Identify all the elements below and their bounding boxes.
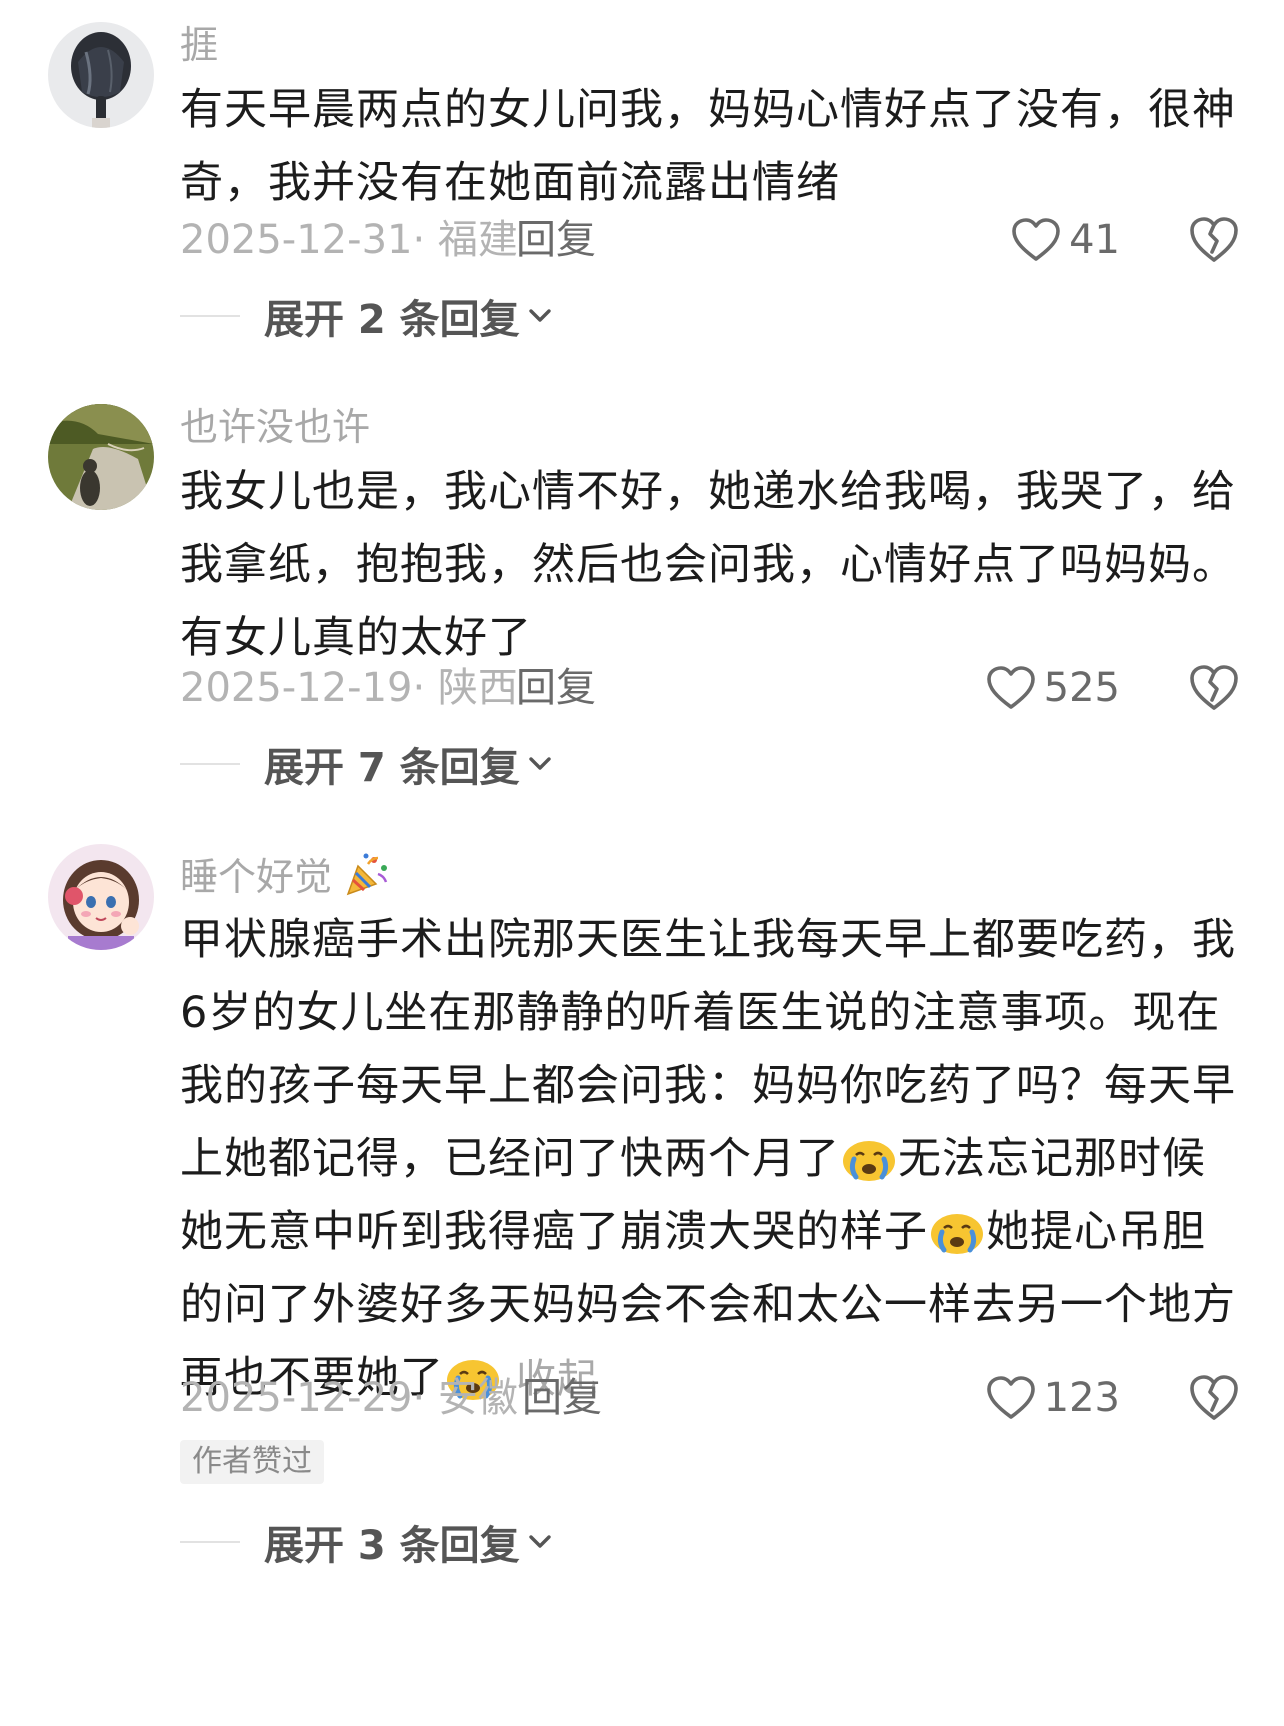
comment-meta: 2025-12-29· 安徽 回复 123 [180, 1368, 1240, 1428]
reply-button[interactable]: 回复 [522, 1368, 602, 1428]
like-button[interactable]: 123 [986, 1372, 1120, 1424]
avatar[interactable] [48, 844, 154, 950]
broken-heart-icon [1190, 665, 1238, 710]
reply-button[interactable]: 回复 [516, 658, 596, 718]
hair-back-avatar-icon [48, 22, 154, 128]
expand-replies[interactable]: 展开 2 条回复 [180, 288, 552, 344]
heart-outline-icon [1012, 218, 1060, 261]
dislike-button[interactable] [1188, 662, 1240, 714]
avatar[interactable] [48, 404, 154, 510]
dislike-button[interactable] [1188, 1372, 1240, 1424]
comment-text: 甲状腺癌手术出院那天医生让我每天早上都要吃药，我6岁的女儿坐在那静静的听着医生说… [180, 904, 1240, 1416]
divider [180, 1541, 240, 1543]
author-liked-badge: 作者赞过 [180, 1440, 324, 1484]
expand-replies-label: 展开 2 条回复 [264, 297, 520, 343]
divider [180, 763, 240, 765]
reply-button[interactable]: 回复 [516, 210, 596, 270]
comment-text: 我女儿也是，我心情不好，她递水给我喝，我哭了，给我拿纸，抱抱我，然后也会问我，心… [180, 467, 1236, 663]
date-location: 2025-12-19· 陕西 [180, 665, 518, 711]
broken-heart-icon [1190, 217, 1238, 262]
dislike-button[interactable] [1188, 214, 1240, 266]
username-text: 睡个好觉 [180, 855, 333, 899]
expand-replies[interactable]: 展开 3 条回复 [180, 1514, 552, 1570]
username[interactable]: 也许没也许 [180, 404, 370, 450]
cartoon-girl-avatar-icon [48, 844, 154, 950]
username[interactable]: 睡个好觉 [180, 852, 390, 900]
broken-heart-icon [1190, 1375, 1238, 1420]
comment-text: 有天早晨两点的女儿问我，妈妈心情好点了没有，很神奇，我并没有在她面前流露出情绪 [180, 85, 1236, 208]
expand-replies[interactable]: 展开 7 条回复 [180, 736, 552, 792]
like-button[interactable]: 41 [1011, 214, 1120, 266]
like-count: 123 [1043, 1375, 1120, 1421]
divider [180, 315, 240, 317]
expand-replies-label: 展开 3 条回复 [264, 1523, 520, 1569]
username[interactable]: 捱 [180, 22, 218, 68]
crying-face-emoji [931, 1214, 983, 1254]
crying-face-emoji [843, 1141, 895, 1181]
date-location: 2025-12-31· 福建 [180, 217, 518, 263]
heart-outline-icon [986, 1376, 1035, 1419]
like-button[interactable]: 525 [986, 662, 1120, 714]
party-popper-icon [346, 853, 388, 896]
expand-replies-label: 展开 7 条回复 [264, 745, 520, 791]
chevron-down-icon [528, 757, 551, 770]
heart-outline-icon [986, 666, 1035, 709]
like-count: 41 [1069, 217, 1120, 263]
avatar[interactable] [48, 22, 154, 128]
chevron-down-icon [528, 1535, 551, 1548]
chevron-down-icon [528, 309, 551, 322]
like-count: 525 [1043, 665, 1120, 711]
comment-meta: 2025-12-31· 福建 回复 41 [180, 210, 1240, 270]
comment-meta: 2025-12-19· 陕西 回复 525 [180, 658, 1240, 718]
road-shadow-avatar-icon [48, 404, 154, 510]
date-location: 2025-12-29· 安徽 [180, 1375, 518, 1421]
